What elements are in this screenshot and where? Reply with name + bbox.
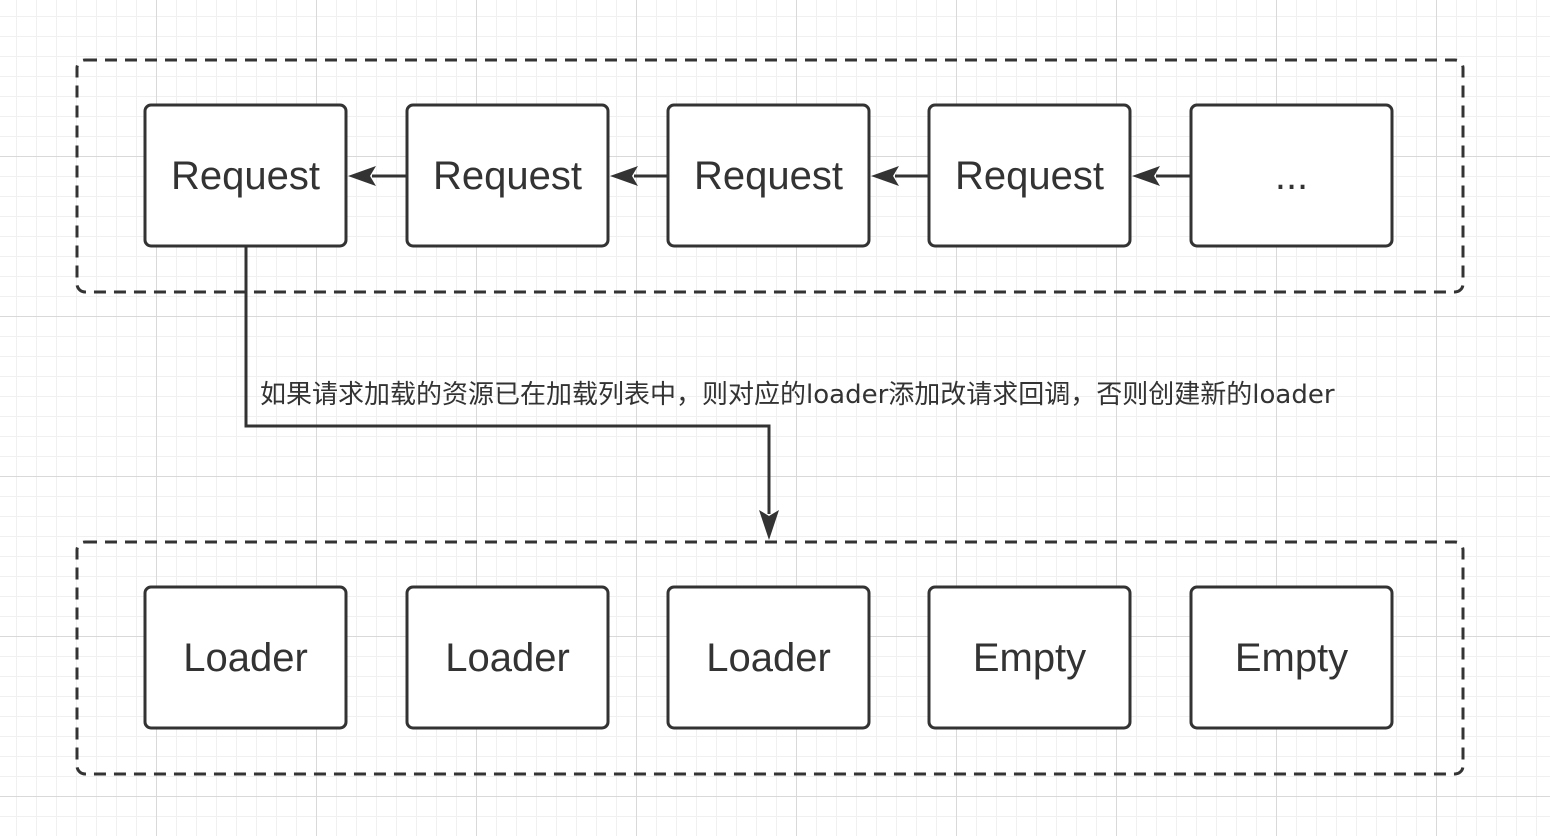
loader-node-2[interactable]: Loader [405, 585, 610, 730]
queue-arrow-3-to-2 [610, 166, 668, 186]
request-node-4-label: Request [955, 154, 1104, 198]
empty-node-1[interactable]: Empty [927, 585, 1132, 730]
request-node-5-label: ... [1275, 154, 1308, 198]
diagram: Request Request Request Request ... 如果请求… [75, 58, 1465, 776]
request-node-3-label: Request [694, 154, 843, 198]
empty-node-1-label: Empty [973, 636, 1086, 680]
loader-node-3-label: Loader [706, 636, 831, 680]
queue-arrow-2-to-1 [348, 166, 407, 186]
empty-node-2[interactable]: Empty [1189, 585, 1394, 730]
empty-node-2-label: Empty [1235, 636, 1348, 680]
request-node-3[interactable]: Request [666, 103, 871, 248]
request-node-4[interactable]: Request [927, 103, 1132, 248]
queue-arrow-5-to-4 [1132, 166, 1191, 186]
loader-node-3[interactable]: Loader [666, 585, 871, 730]
diagram-canvas: Request Request Request Request ... 如果请求… [0, 0, 1550, 836]
dispatch-connector-label: 如果请求加载的资源已在加载列表中，则对应的loader添加改请求回调，否则创建新… [260, 380, 1335, 410]
loader-node-1[interactable]: Loader [143, 585, 348, 730]
request-node-2-label: Request [433, 154, 582, 198]
loader-node-1-label: Loader [183, 636, 308, 680]
request-node-1[interactable]: Request [143, 103, 348, 248]
request-node-1-label: Request [171, 154, 320, 198]
request-node-2[interactable]: Request [405, 103, 610, 248]
queue-arrow-4-to-3 [871, 166, 929, 186]
loader-node-2-label: Loader [445, 636, 570, 680]
request-node-5[interactable]: ... [1189, 103, 1394, 248]
